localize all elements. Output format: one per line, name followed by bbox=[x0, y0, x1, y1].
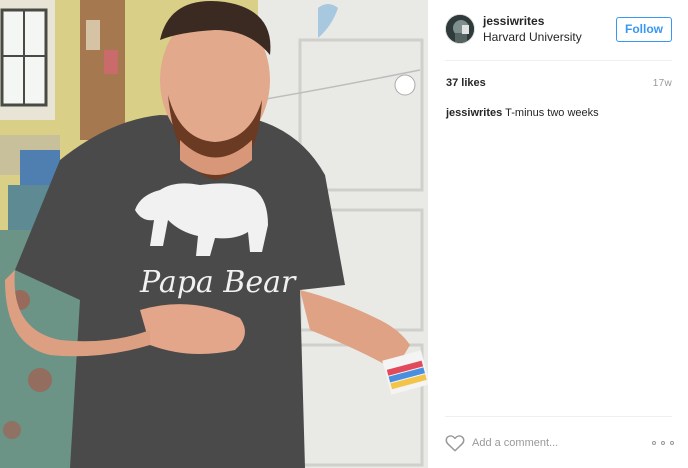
divider bbox=[445, 60, 672, 61]
username-link[interactable]: jessiwrites bbox=[483, 14, 544, 28]
divider bbox=[445, 416, 672, 417]
caption-text: T-minus two weeks bbox=[505, 107, 599, 119]
shirt-text: Papa Bear bbox=[139, 265, 297, 300]
post-details-panel: jessiwrites Harvard University Follow 37… bbox=[428, 0, 688, 468]
dot bbox=[670, 441, 674, 445]
post-photo[interactable]: Papa Bear bbox=[0, 0, 428, 468]
avatar[interactable] bbox=[445, 14, 475, 44]
likes-count[interactable]: 37 likes bbox=[446, 77, 486, 89]
dot bbox=[652, 441, 656, 445]
post-image: Papa Bear bbox=[0, 0, 428, 468]
heart-icon[interactable] bbox=[445, 434, 465, 452]
caption: jessiwrites T-minus two weeks bbox=[446, 107, 676, 119]
post-header: jessiwrites Harvard University Follow bbox=[428, 0, 688, 60]
avatar-image bbox=[446, 15, 474, 43]
comment-input[interactable] bbox=[472, 433, 642, 453]
timestamp[interactable]: 17w bbox=[653, 78, 672, 89]
caption-username[interactable]: jessiwrites bbox=[446, 107, 502, 119]
more-options-icon[interactable] bbox=[652, 436, 674, 450]
location-link[interactable]: Harvard University bbox=[483, 30, 582, 44]
dot bbox=[661, 441, 665, 445]
follow-button[interactable]: Follow bbox=[616, 17, 672, 42]
